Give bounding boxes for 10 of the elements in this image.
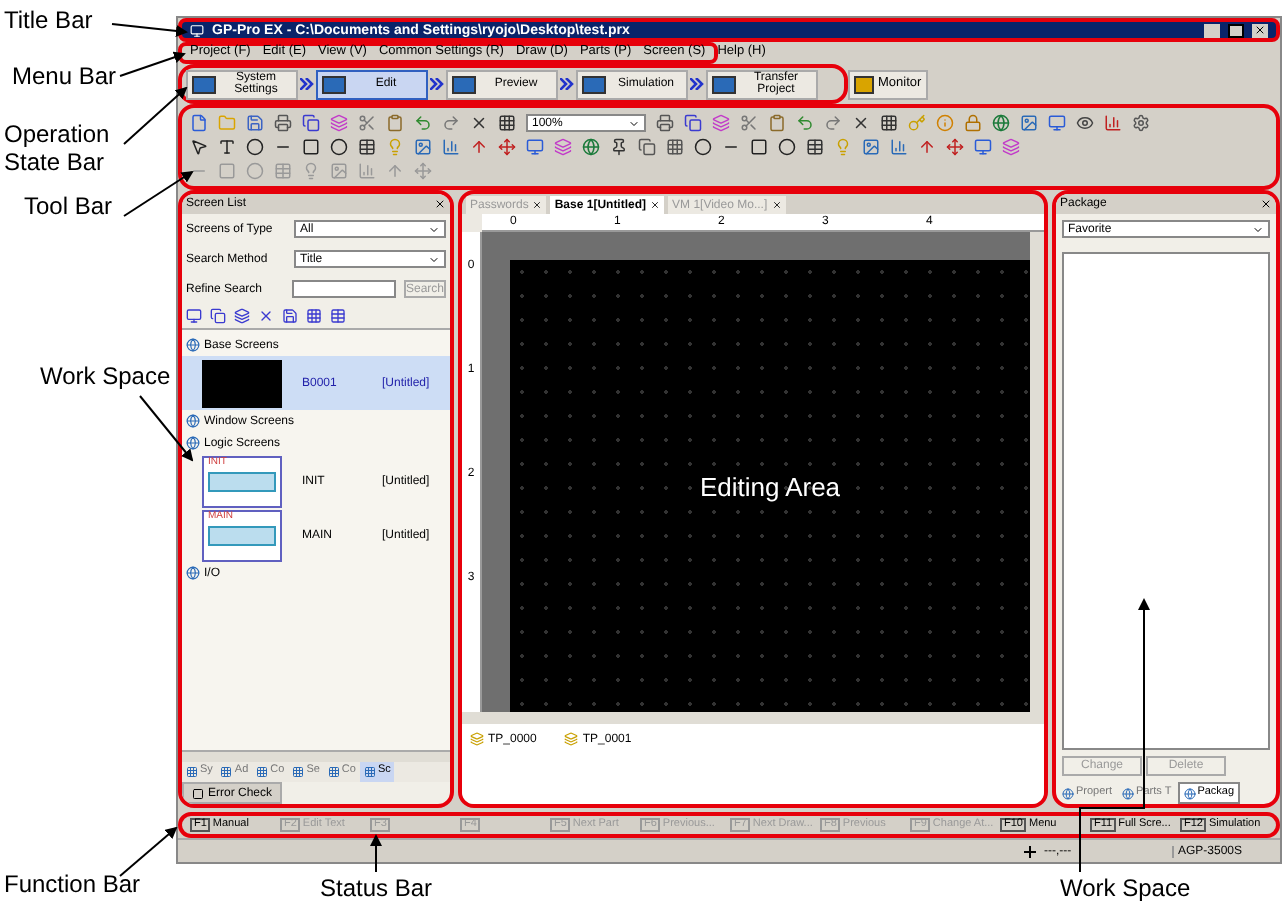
callout-label: Work Space: [1060, 876, 1191, 900]
callout-label: Work Space: [40, 364, 171, 388]
editing-canvas[interactable]: Editing Area: [510, 260, 1030, 712]
callout-label: Function Bar: [4, 872, 141, 896]
callout-label: Menu Bar: [12, 64, 117, 88]
callout-label: Tool Bar: [24, 194, 113, 218]
callout-label: Status Bar: [320, 876, 433, 900]
callout-label: Operation State Bar: [4, 120, 112, 176]
callout-label: Title Bar: [4, 8, 93, 32]
canvas-label: Editing Area: [699, 473, 841, 499]
